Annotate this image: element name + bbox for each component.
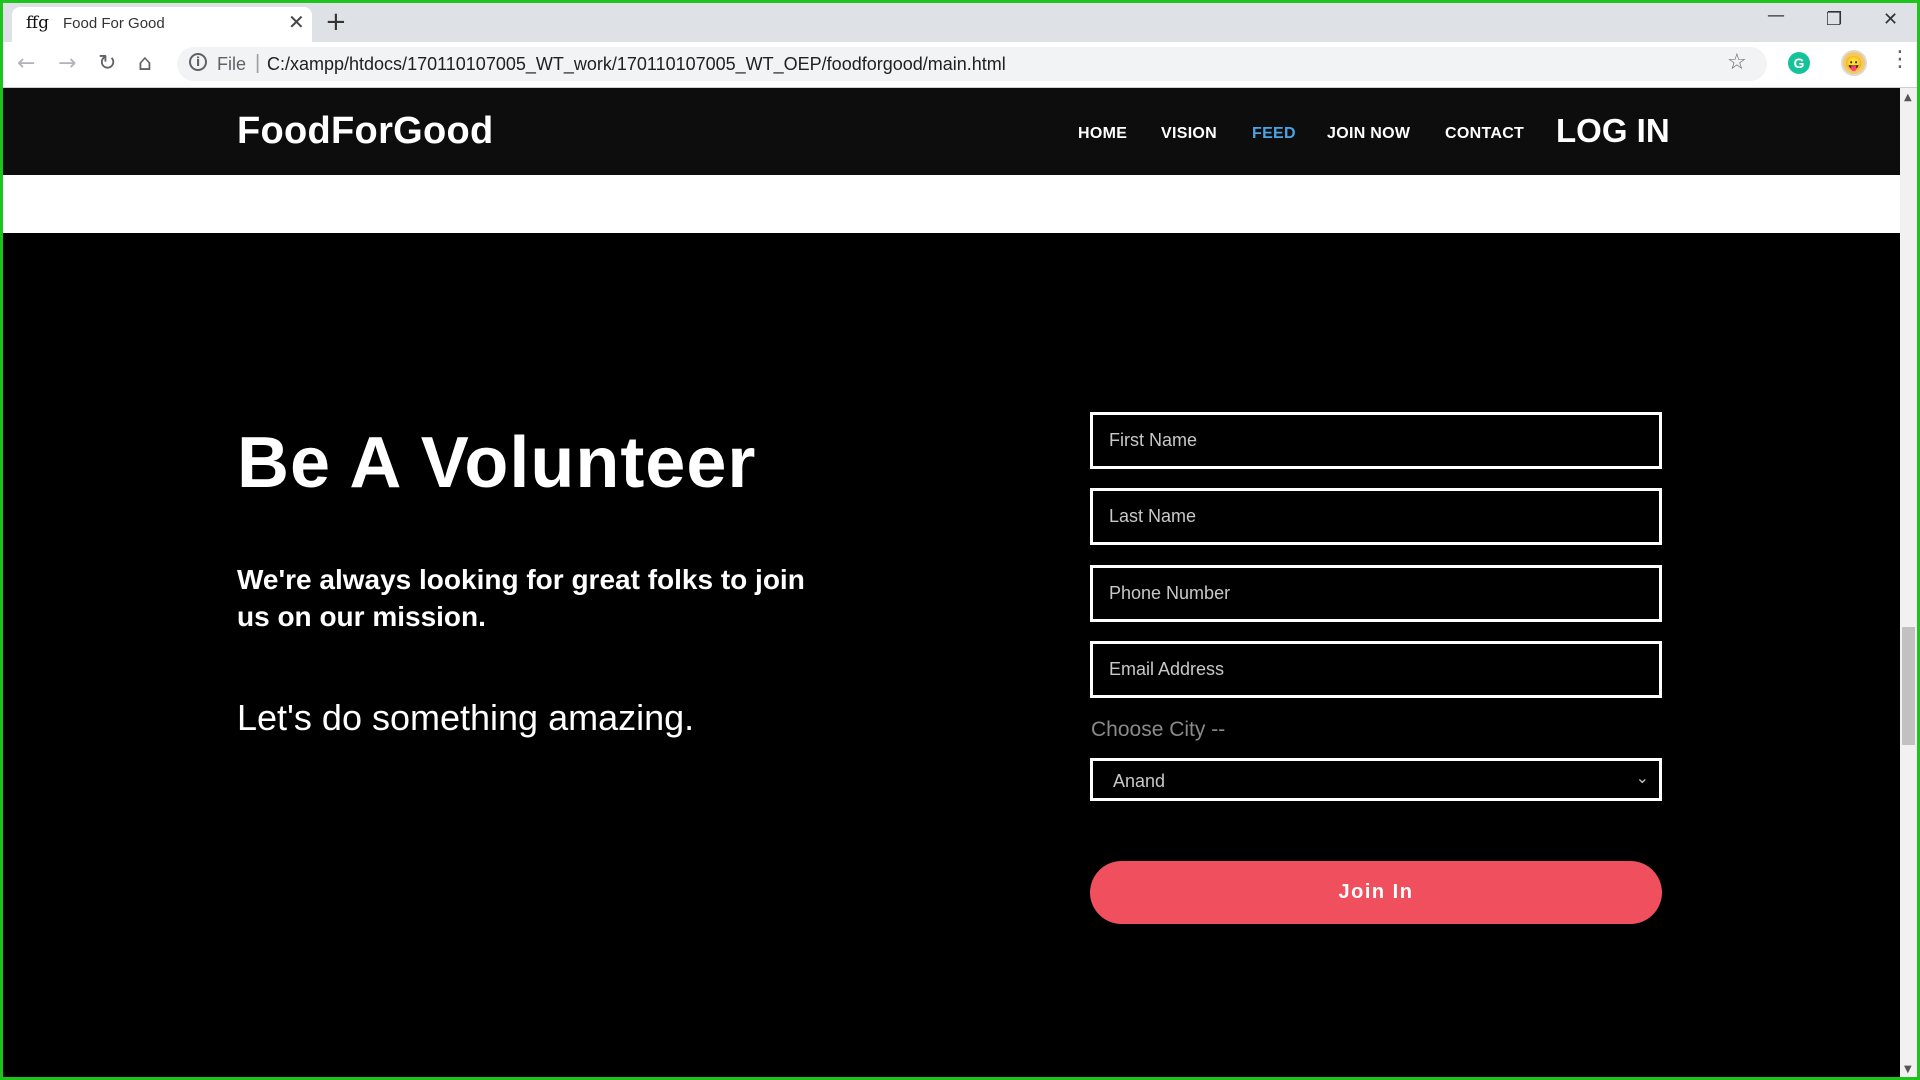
tab-title: Food For Good xyxy=(63,15,165,32)
scrollbar-thumb[interactable] xyxy=(1902,627,1915,745)
phone-field[interactable] xyxy=(1090,565,1662,622)
nav-vision[interactable]: VISION xyxy=(1161,125,1217,143)
tab-strip: ffg Food For Good ✕ + — ❐ ✕ xyxy=(3,3,1917,42)
url-text[interactable]: C:/xampp/htdocs/170110107005_WT_work/170… xyxy=(267,54,1006,75)
city-selected-value: Anand xyxy=(1113,771,1166,791)
last-name-input[interactable] xyxy=(1093,491,1659,542)
site-info-icon[interactable]: i xyxy=(189,53,207,71)
nav-home[interactable]: HOME xyxy=(1078,125,1127,143)
back-icon[interactable]: ← xyxy=(17,51,35,76)
browser-window: ffg Food For Good ✕ + — ❐ ✕ ← → ↻ ⌂ i Fi… xyxy=(3,3,1917,1077)
minimize-icon[interactable]: — xyxy=(1767,5,1785,26)
forward-icon[interactable]: → xyxy=(58,51,76,76)
window-close-icon[interactable]: ✕ xyxy=(1883,9,1898,30)
section-divider xyxy=(3,175,1900,233)
nav-join-now[interactable]: JOIN NOW xyxy=(1327,125,1410,143)
last-name-field[interactable] xyxy=(1090,488,1662,545)
profile-avatar-icon[interactable]: 😛 xyxy=(1841,50,1867,76)
restore-icon[interactable]: ❐ xyxy=(1826,9,1842,30)
bookmark-star-icon[interactable]: ☆ xyxy=(1727,50,1747,75)
email-input[interactable] xyxy=(1093,644,1659,695)
chevron-down-icon: ⌄ xyxy=(1635,768,1649,787)
hero-tagline: Let's do something amazing. xyxy=(237,697,695,738)
nav-feed[interactable]: FEED xyxy=(1252,125,1296,143)
new-tab-button[interactable]: + xyxy=(325,7,347,37)
scroll-up-icon[interactable]: ▲ xyxy=(1904,92,1912,103)
home-icon[interactable]: ⌂ xyxy=(138,51,152,76)
scroll-down-icon[interactable]: ▼ xyxy=(1904,1064,1912,1075)
site-navbar: FoodForGood HOME VISION FEED JOIN NOW CO… xyxy=(3,88,1900,175)
reload-icon[interactable]: ↻ xyxy=(98,51,116,76)
grammarly-extension-icon[interactable]: G xyxy=(1788,52,1810,74)
nav-contact[interactable]: CONTACT xyxy=(1445,125,1524,143)
hero-subtitle: We're always looking for great folks to … xyxy=(237,564,805,632)
email-field[interactable] xyxy=(1090,641,1662,698)
site-brand[interactable]: FoodForGood xyxy=(237,110,494,153)
first-name-field[interactable] xyxy=(1090,412,1662,469)
address-bar[interactable]: i File | C:/xampp/htdocs/170110107005_WT… xyxy=(177,47,1767,81)
phone-input[interactable] xyxy=(1093,568,1659,619)
favicon-icon: ffg xyxy=(26,13,49,33)
tab-close-icon[interactable]: ✕ xyxy=(288,10,305,35)
browser-menu-icon[interactable]: ⋮ xyxy=(1889,47,1911,72)
join-in-button[interactable]: Join In xyxy=(1090,861,1662,924)
city-select[interactable]: Anand ⌄ xyxy=(1090,758,1662,801)
browser-tab[interactable]: ffg Food For Good ✕ xyxy=(12,7,312,42)
login-link[interactable]: LOG IN xyxy=(1556,112,1670,150)
scheme-label: File xyxy=(217,54,247,74)
page-title: Be A Volunteer xyxy=(237,423,757,503)
first-name-input[interactable] xyxy=(1093,415,1659,466)
city-label: Choose City -- xyxy=(1091,718,1226,741)
address-separator: | xyxy=(255,52,261,74)
page-viewport: FoodForGood HOME VISION FEED JOIN NOW CO… xyxy=(3,88,1900,1077)
page-scrollbar[interactable]: ▲ ▼ xyxy=(1900,88,1917,1077)
browser-toolbar: ← → ↻ ⌂ i File | C:/xampp/htdocs/1701101… xyxy=(3,42,1917,88)
